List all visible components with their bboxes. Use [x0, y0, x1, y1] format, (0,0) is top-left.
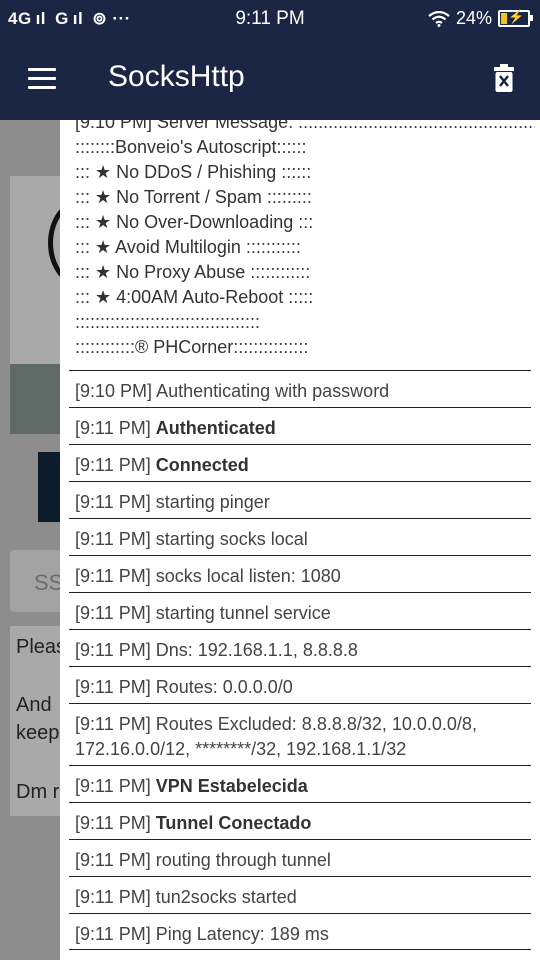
log-row: [9:11 PM] tun2socks started [69, 876, 531, 913]
hamburger-menu-icon[interactable] [28, 68, 56, 90]
log-row: [9:11 PM] socks local listen: 1080 [69, 555, 531, 592]
app-title: SocksHttp [108, 60, 245, 93]
server-message-line: ::::::::::::::::::::::::::::::::::::: [75, 312, 261, 332]
server-message: [9:10 PM] Server Message: ::::::::::::::… [75, 120, 535, 360]
app-bar: SocksHttp [0, 38, 540, 120]
log-row: [9:11 PM] Authenticated [69, 407, 531, 444]
log-row: [9:11 PM] starting tunnel service [69, 592, 531, 629]
server-message-line: ::: ★ No Over-Downloading ::: [75, 212, 314, 232]
server-message-line: ::: ★ No Torrent / Spam ::::::::: [75, 187, 312, 207]
log-row: [9:11 PM] Routes Excluded: 8.8.8.8/32, 1… [69, 703, 531, 765]
server-message-line: ::: ★ No DDoS / Phishing :::::: [75, 162, 312, 182]
server-message-line: ::::::::::::® PHCorner::::::::::::::: [75, 337, 309, 357]
charging-icon: ⚡ [508, 9, 525, 24]
server-message-line: ::: ★ No Proxy Abuse :::::::::::: [75, 262, 311, 282]
server-message-line: ::: ★ 4:00AM Auto-Reboot ::::: [75, 287, 314, 307]
log-row: [9:11 PM] Tunnel Conectado [69, 802, 531, 839]
log-row: [9:10 PM] Authenticating with password [69, 370, 531, 407]
battery-percent: 24% [455, 8, 492, 28]
log-row: [9:11 PM] Routes: 0.0.0.0/0 [69, 666, 531, 703]
log-row: [9:11 PM] Dns: 192.168.1.1, 8.8.8.8 [69, 629, 531, 666]
server-message-line: ::::::::Bonveio's Autoscript:::::: [75, 137, 307, 157]
log-row: [9:11 PM] VPN Estabelecida [69, 765, 531, 802]
wifi-icon [428, 10, 450, 27]
status-bar: 4G ıl G ıl ⊚ ··· 9:11 PM 24% ⚡ [0, 0, 540, 38]
log-row: [9:11 PM] starting pinger [69, 481, 531, 518]
background-text-line: Pleas [16, 636, 67, 658]
server-message-line: [9:10 PM] Server Message: ::::::::::::::… [75, 120, 535, 132]
background-text-line: And [16, 694, 52, 716]
battery-level [501, 13, 507, 24]
server-message-line: ::: ★ Avoid Multilogin ::::::::::: [75, 237, 301, 257]
log-row: [9:11 PM] starting socks local [69, 518, 531, 555]
battery-icon: ⚡ [498, 9, 533, 27]
trash-icon[interactable] [494, 64, 514, 92]
background-input-placeholder: SS [34, 570, 64, 595]
background-text-line: Dm r [16, 781, 60, 803]
log-list: [9:10 PM] Authenticating with password [… [69, 370, 531, 950]
background-text-line: keep [16, 722, 60, 744]
log-row: [9:11 PM] Connected [69, 444, 531, 481]
log-row: [9:11 PM] routing through tunnel [69, 839, 531, 876]
status-right: 24% ⚡ [428, 8, 533, 29]
log-row: [9:11 PM] Ping Latency: 189 ms [69, 913, 531, 950]
log-drawer[interactable]: [9:10 PM] Server Message: ::::::::::::::… [60, 120, 540, 960]
